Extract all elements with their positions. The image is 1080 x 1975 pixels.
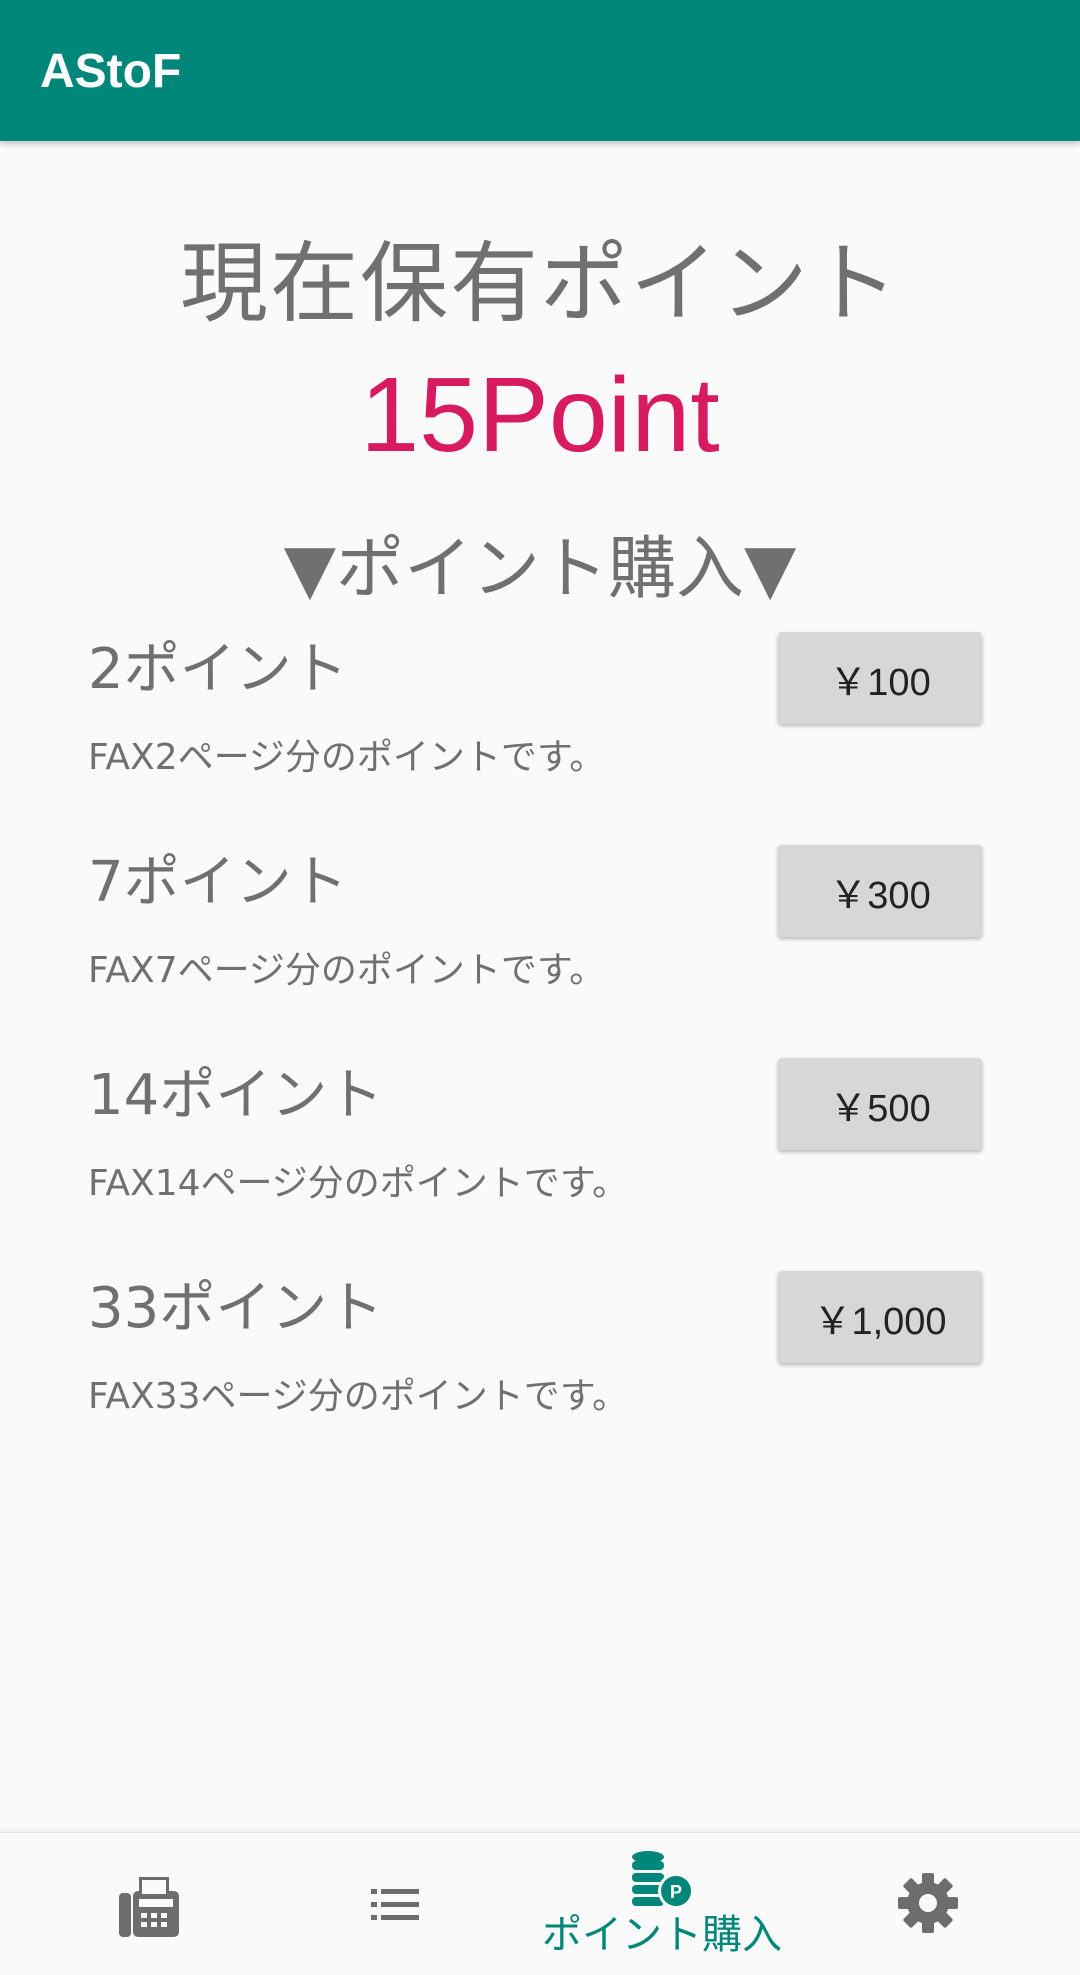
plan-description: FAX7ページ分のポイントです。 — [88, 950, 606, 991]
plan-item-7-points: 7ポイント ￥300 FAX7ページ分のポイントです。 — [0, 833, 1080, 1046]
nav-item-list[interactable] — [260, 1833, 530, 1975]
fax-icon — [117, 1875, 181, 1943]
plan-item-2-points: 2ポイント ￥100 FAX2ページ分のポイントです。 — [0, 620, 1080, 833]
buy-7-points-button[interactable]: ￥300 — [778, 845, 982, 937]
nav-item-point-purchase[interactable]: P ポイント購入 — [527, 1833, 797, 1975]
buy-33-points-button[interactable]: ￥1,000 — [778, 1271, 982, 1363]
svg-text:P: P — [670, 1882, 682, 1902]
nav-label-point-purchase: ポイント購入 — [542, 1912, 782, 1958]
app-bar: AStoF — [0, 0, 1080, 141]
purchase-heading: ▼ポイント購入▼ — [283, 530, 797, 609]
plan-description: FAX33ページ分のポイントです。 — [88, 1376, 629, 1417]
plan-item-33-points: 33ポイント ￥1,000 FAX33ページ分のポイントです。 — [0, 1259, 1080, 1472]
app-root: AStoF 現在保有ポイント 15Point ▼ポイント購入▼ 2ポイント ￥1… — [0, 0, 1080, 1975]
plan-name: 2ポイント — [88, 637, 348, 702]
list-icon — [371, 1887, 419, 1927]
current-points-value: 15Point — [360, 356, 720, 474]
buy-2-points-button[interactable]: ￥100 — [778, 632, 982, 724]
current-points-label: 現在保有ポイント — [179, 232, 900, 335]
nav-item-fax[interactable] — [14, 1833, 284, 1975]
coins-point-icon: P — [628, 1849, 696, 1917]
plan-item-14-points: 14ポイント ￥500 FAX14ページ分のポイントです。 — [0, 1046, 1080, 1259]
plan-name: 33ポイント — [88, 1276, 384, 1341]
plan-name: 7ポイント — [88, 850, 348, 915]
plan-description: FAX2ページ分のポイントです。 — [88, 737, 606, 778]
bottom-navigation: P ポイント購入 — [0, 1832, 1080, 1975]
buy-14-points-button[interactable]: ￥500 — [778, 1058, 982, 1150]
nav-item-settings[interactable] — [793, 1833, 1063, 1975]
gear-icon — [896, 1871, 960, 1939]
app-title: AStoF — [40, 45, 182, 98]
plan-description: FAX14ページ分のポイントです。 — [88, 1163, 629, 1204]
plan-name: 14ポイント — [88, 1063, 384, 1128]
